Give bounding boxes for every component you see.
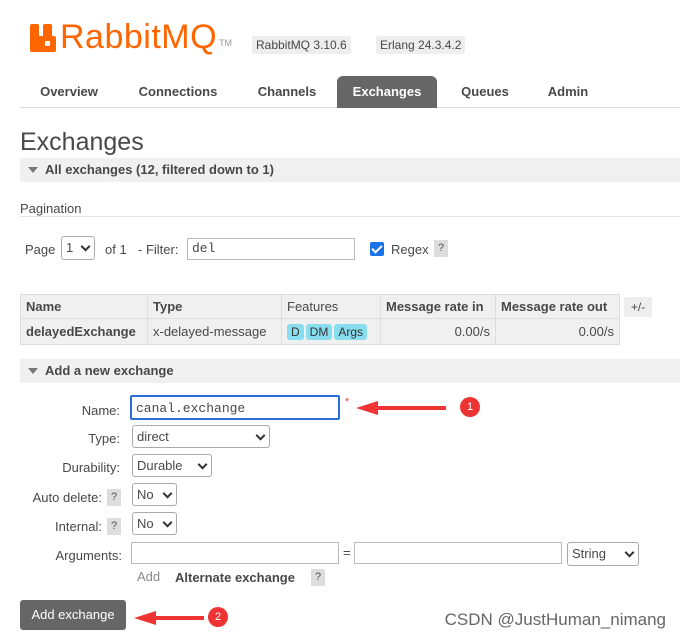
rabbitmq-logo: RabbitMQ TM xyxy=(30,14,232,54)
argument-key-input[interactable] xyxy=(131,542,339,564)
main-nav-tabs: Overview Connections Channels Exchanges … xyxy=(20,76,680,108)
exchange-features: D DM Args xyxy=(281,318,381,345)
column-toggle-button[interactable]: +/- xyxy=(624,297,652,317)
chevron-down-icon xyxy=(624,547,635,558)
annotation-arrow-shaft xyxy=(376,406,446,410)
auto-delete-label: Auto delete: xyxy=(32,490,102,505)
durability-label: Durability: xyxy=(62,460,120,475)
column-header-features: Features xyxy=(281,294,381,319)
required-mark: * xyxy=(345,396,350,408)
argument-value-input[interactable] xyxy=(354,542,562,564)
filter-input[interactable]: del xyxy=(187,238,355,260)
annotation-marker-1: 1 xyxy=(460,397,480,417)
tab-admin[interactable]: Admin xyxy=(530,76,606,108)
regex-help-button[interactable]: ? xyxy=(434,240,448,257)
annotation-marker-2: 2 xyxy=(208,607,228,627)
collapse-triangle-icon xyxy=(28,167,38,173)
chevron-down-icon xyxy=(197,459,208,470)
rabbit-logo-icon xyxy=(30,24,56,52)
tab-exchanges[interactable]: Exchanges xyxy=(337,76,437,108)
column-header-rate-out: Message rate out xyxy=(495,294,620,319)
durability-value: Durable xyxy=(137,458,183,473)
regex-checkbox[interactable] xyxy=(370,242,384,256)
watermark-text: CSDN @JustHuman_nimang xyxy=(444,610,666,629)
chevron-down-icon xyxy=(162,517,173,528)
type-label: Type: xyxy=(88,431,120,446)
durability-select[interactable]: Durable xyxy=(132,454,212,477)
add-exchange-heading: Add a new exchange xyxy=(45,363,174,378)
internal-label: Internal: xyxy=(55,519,102,534)
page-label: Page xyxy=(25,242,56,257)
feature-tag: DM xyxy=(305,323,333,340)
argument-equals: = xyxy=(343,545,351,560)
exchange-type-value: direct xyxy=(137,429,169,444)
table-row: delayedExchange x-delayed-message D DM Arg… xyxy=(20,318,620,345)
collapse-triangle-icon xyxy=(28,368,38,374)
alternate-exchange-link[interactable]: Alternate exchange xyxy=(175,570,295,585)
rate-in-value: 0.00/s xyxy=(380,318,496,345)
internal-help-button[interactable]: ? xyxy=(107,518,121,535)
logo-trademark: TM xyxy=(219,38,233,48)
page-title: Exchanges xyxy=(20,128,144,156)
rate-out-value: 0.00/s xyxy=(495,318,620,345)
exchange-name-link[interactable]: delayedExchange xyxy=(20,318,148,345)
argument-type-value: String xyxy=(572,546,606,561)
argument-type-select[interactable]: String xyxy=(567,542,639,566)
auto-delete-value: No xyxy=(137,487,154,502)
exchange-type: x-delayed-message xyxy=(147,318,282,345)
exchanges-table: Name Type Features Message rate in Messa… xyxy=(20,294,620,345)
page-select-value: 1 xyxy=(66,240,74,255)
filter-row: Page 1 of 1 - Filter: del Regex ? xyxy=(25,236,625,262)
page-of-label: of 1 xyxy=(105,242,127,257)
chevron-down-icon xyxy=(255,430,266,441)
internal-select[interactable]: No xyxy=(132,512,177,535)
pagination-label: Pagination xyxy=(20,201,82,216)
pagination-divider xyxy=(20,216,680,217)
exchange-name-input[interactable]: canal.exchange xyxy=(130,395,340,420)
auto-delete-help-button[interactable]: ? xyxy=(107,489,121,506)
annotation-arrow-icon xyxy=(134,611,156,625)
name-label: Name: xyxy=(81,403,120,418)
add-exchange-button[interactable]: Add exchange xyxy=(20,600,126,630)
add-argument-link[interactable]: Add xyxy=(137,569,160,584)
auto-delete-select[interactable]: No xyxy=(132,483,177,506)
tab-channels[interactable]: Channels xyxy=(238,76,336,108)
add-exchange-section-toggle[interactable]: Add a new exchange xyxy=(20,359,680,383)
tab-connections[interactable]: Connections xyxy=(120,76,236,108)
column-header-rate-in: Message rate in xyxy=(380,294,496,319)
logo-text: RabbitMQ xyxy=(60,18,218,56)
feature-tag: Args xyxy=(334,323,368,340)
chevron-down-icon xyxy=(162,488,173,499)
tab-queues[interactable]: Queues xyxy=(440,76,530,108)
internal-value: No xyxy=(137,516,154,531)
annotation-arrow-shaft xyxy=(154,616,204,620)
erlang-version-badge: Erlang 24.3.4.2 xyxy=(376,36,466,54)
tab-overview[interactable]: Overview xyxy=(20,76,118,108)
all-exchanges-heading: All exchanges (12, filtered down to 1) xyxy=(45,162,274,177)
arguments-label: Arguments: xyxy=(55,548,122,563)
column-header-type[interactable]: Type xyxy=(147,294,282,319)
chevron-down-icon xyxy=(80,241,91,252)
all-exchanges-section-toggle[interactable]: All exchanges (12, filtered down to 1) xyxy=(20,158,680,182)
rabbitmq-version-badge: RabbitMQ 3.10.6 xyxy=(252,36,351,54)
page-select[interactable]: 1 xyxy=(61,236,95,260)
annotation-arrow-icon xyxy=(356,401,378,415)
filter-label: - Filter: xyxy=(138,242,179,257)
column-header-name[interactable]: Name xyxy=(20,294,148,319)
exchange-type-select[interactable]: direct xyxy=(132,425,270,448)
feature-tag: D xyxy=(287,323,304,340)
alternate-exchange-help-button[interactable]: ? xyxy=(311,569,325,586)
regex-label: Regex xyxy=(391,242,429,257)
